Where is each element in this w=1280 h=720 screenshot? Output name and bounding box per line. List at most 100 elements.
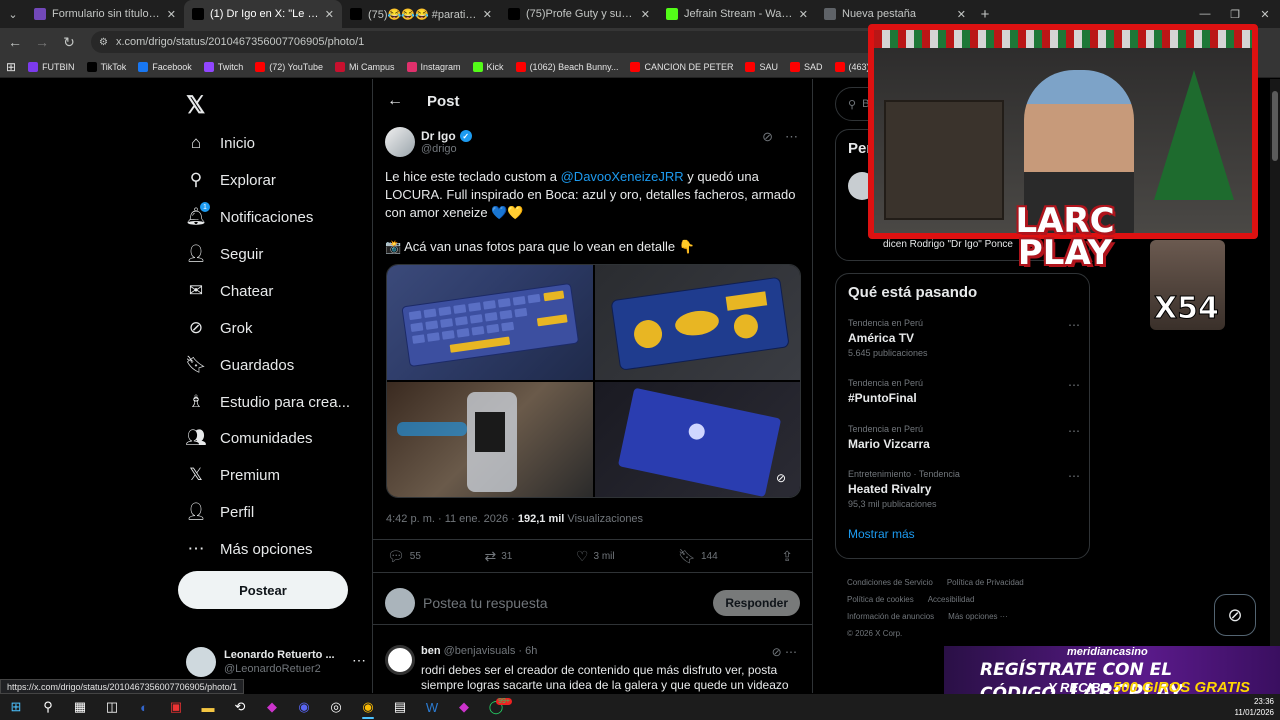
nav-item-more-options[interactable]: ⋯ Más opciones <box>186 535 313 563</box>
search-icon[interactable]: ⚲ <box>32 694 64 720</box>
grok-floating-button[interactable]: ⊘ <box>1214 594 1256 636</box>
bookmark-item[interactable]: Facebook <box>138 61 192 72</box>
x-logo-icon[interactable]: 𝕏 <box>186 91 205 120</box>
task-view-icon[interactable]: ▦ <box>64 694 96 720</box>
comment-avatar[interactable] <box>385 645 415 675</box>
chrome-icon[interactable]: ◉ <box>352 694 384 720</box>
nav-item-bookmark[interactable]: 🔖︎ Guardados <box>185 351 294 379</box>
account-switcher[interactable]: Leonardo Retuerto ... @LeonardoRetuer2 ⋯ <box>186 644 366 680</box>
close-tab-icon[interactable]: ✕ <box>957 8 966 21</box>
bookmark-item[interactable]: SAD <box>789 61 823 72</box>
nav-item-profile[interactable]: 👤︎ Perfil <box>185 498 254 526</box>
bookmark-item[interactable]: (1062) Beach Bunny... <box>515 61 618 72</box>
calculator-icon[interactable]: ▤ <box>384 694 416 720</box>
footer-link[interactable]: Política de Privacidad <box>947 578 1024 587</box>
more-icon[interactable]: ⋯ <box>1068 469 1080 483</box>
nav-item-mail[interactable]: ✉ Chatear <box>186 277 274 305</box>
folder-icon[interactable]: ▬ <box>192 694 224 720</box>
apps-icon[interactable]: ⊞ <box>6 60 16 74</box>
bookmark-item[interactable]: Kick <box>472 61 504 72</box>
footer-link[interactable]: Información de anuncios <box>847 612 934 621</box>
trend-item[interactable]: Entretenimiento · Tendencia Heated Rivalr… <box>848 469 1080 509</box>
comment-author[interactable]: ben <box>421 645 441 657</box>
bookmark-item[interactable]: Mi Campus <box>335 61 395 72</box>
photo-keyboard-top[interactable] <box>387 265 593 380</box>
bookmark-item[interactable]: Twitch <box>203 61 243 72</box>
bookmark-item[interactable]: CANCION DE PETER <box>630 61 733 72</box>
app-icon[interactable]: ◫ <box>96 694 128 720</box>
author-name[interactable]: Dr Igo <box>421 129 456 143</box>
close-tab-icon[interactable]: ✕ <box>167 8 176 21</box>
scrollbar[interactable] <box>1270 79 1280 693</box>
bookmark-item[interactable]: Instagram <box>406 61 461 72</box>
app-icon[interactable]: ◎ <box>320 694 352 720</box>
reply-button[interactable]: 💬︎ 55 <box>387 548 421 565</box>
nav-item-home[interactable]: ⌂ Inicio <box>186 129 255 157</box>
app-icon[interactable]: ◆ <box>448 694 480 720</box>
nav-item-grok[interactable]: ⊘ Grok <box>186 314 253 342</box>
nav-item-search[interactable]: ⚲ Explorar <box>186 166 276 194</box>
discord-icon[interactable]: ◉ <box>288 694 320 720</box>
bookmark-button[interactable]: 🔖︎ 144 <box>678 548 717 565</box>
more-icon[interactable]: ⋯ <box>1068 424 1080 438</box>
footer-link[interactable]: Condiciones de Servicio <box>847 578 933 587</box>
tab-4[interactable]: (75)Profe Guty y sus Memes en ✕ <box>500 0 658 28</box>
app-icon[interactable]: ⟲ <box>224 694 256 720</box>
system-clock[interactable]: 23:36 11/01/2026 <box>1235 696 1274 718</box>
photo-keyboard-bottom[interactable]: ⊘ <box>594 382 800 497</box>
word-icon[interactable]: W <box>416 694 448 720</box>
forward-icon[interactable]: → <box>30 30 54 54</box>
tab-search-icon[interactable]: ⌄ <box>0 0 26 28</box>
close-tab-icon[interactable]: ✕ <box>799 8 808 21</box>
back-arrow-icon[interactable]: ← <box>387 92 407 110</box>
bookmark-item[interactable]: FUTBIN <box>28 61 75 72</box>
post-button[interactable]: Postear <box>178 571 348 609</box>
trend-item[interactable]: Tendencia en Perú #PuntoFinal ⋯ <box>848 378 1080 408</box>
repost-button[interactable]: ⇄ 31 <box>484 548 512 565</box>
mention-link[interactable]: @DavooXeneizeJRR <box>561 169 684 184</box>
bookmark-item[interactable]: SAU <box>745 61 778 72</box>
nav-item-follow[interactable]: 👤︎ Seguir <box>185 240 263 268</box>
tab-3[interactable]: (75)😂😂😂 #paratiiiiiiiiiiiii ✕ <box>342 0 500 28</box>
reply-input[interactable]: Postea tu respuesta <box>423 595 713 611</box>
tab-5[interactable]: Jefrain Stream - Watch Live on ✕ <box>658 0 816 28</box>
close-tab-icon[interactable]: ✕ <box>641 8 650 21</box>
nav-item-studio[interactable]: ♗ Estudio para crea... <box>186 388 350 416</box>
nav-item-x-premium[interactable]: 𝕏 Premium <box>186 461 280 489</box>
close-tab-icon[interactable]: ✕ <box>325 8 334 21</box>
more-icon[interactable]: ⋯ <box>785 129 798 145</box>
footer-link[interactable]: Política de cookies <box>847 595 914 604</box>
tab-1[interactable]: Formulario sin título - Formular ✕ <box>26 0 184 28</box>
whatsapp-icon[interactable]: ◯ 99+ <box>480 694 512 720</box>
more-icon[interactable]: ⋯ <box>1068 318 1080 332</box>
post-author[interactable]: Dr Igo ✓ @drigo <box>385 127 472 157</box>
grok-icon[interactable]: ⊘ <box>762 129 773 145</box>
url-bar[interactable]: ⚙ x.com/drigo/status/2010467356007706905… <box>91 31 881 53</box>
photo-keycap-jar[interactable] <box>387 382 593 497</box>
tab-2[interactable]: (1) Dr Igo en X: "Le hice este te ✕ <box>184 0 342 28</box>
app-icon[interactable]: ◆ <box>256 694 288 720</box>
more-icon[interactable]: ⋯ <box>1068 378 1080 392</box>
show-more-link[interactable]: Mostrar más <box>848 527 915 541</box>
more-icon[interactable]: ⋯ <box>785 645 797 659</box>
more-icon[interactable]: ⋯ <box>352 652 366 669</box>
footer-link[interactable]: Accesibilidad <box>928 595 975 604</box>
reply-submit-button[interactable]: Responder <box>713 589 800 616</box>
back-icon[interactable]: ← <box>3 30 27 54</box>
new-tab-button[interactable]: + <box>974 6 996 23</box>
close-tab-icon[interactable]: ✕ <box>483 8 492 21</box>
app-icon[interactable]: ▣ <box>160 694 192 720</box>
site-info-icon[interactable]: ⚙ <box>99 37 108 48</box>
scrollbar-thumb[interactable] <box>1272 91 1278 161</box>
bookmark-item[interactable]: (72) YouTube <box>255 61 323 72</box>
grok-icon[interactable]: ⊘ <box>772 645 782 659</box>
edge-icon[interactable]: ◐ <box>128 694 160 720</box>
windows-start-icon[interactable]: ⊞ <box>0 694 32 720</box>
reload-icon[interactable]: ↻ <box>57 30 81 54</box>
like-button[interactable]: ♡ 3 mil <box>576 548 615 565</box>
nav-item-bell[interactable]: 🔔︎ 1 Notificaciones <box>185 202 313 231</box>
post-time[interactable]: 4:42 p. m. · 11 ene. 2026 · <box>386 513 518 525</box>
trend-item[interactable]: Tendencia en Perú América TV 5.645 publica… <box>848 318 1080 358</box>
grok-image-icon[interactable]: ⊘ <box>776 471 786 485</box>
share-button[interactable]: ⇪ <box>781 548 798 565</box>
